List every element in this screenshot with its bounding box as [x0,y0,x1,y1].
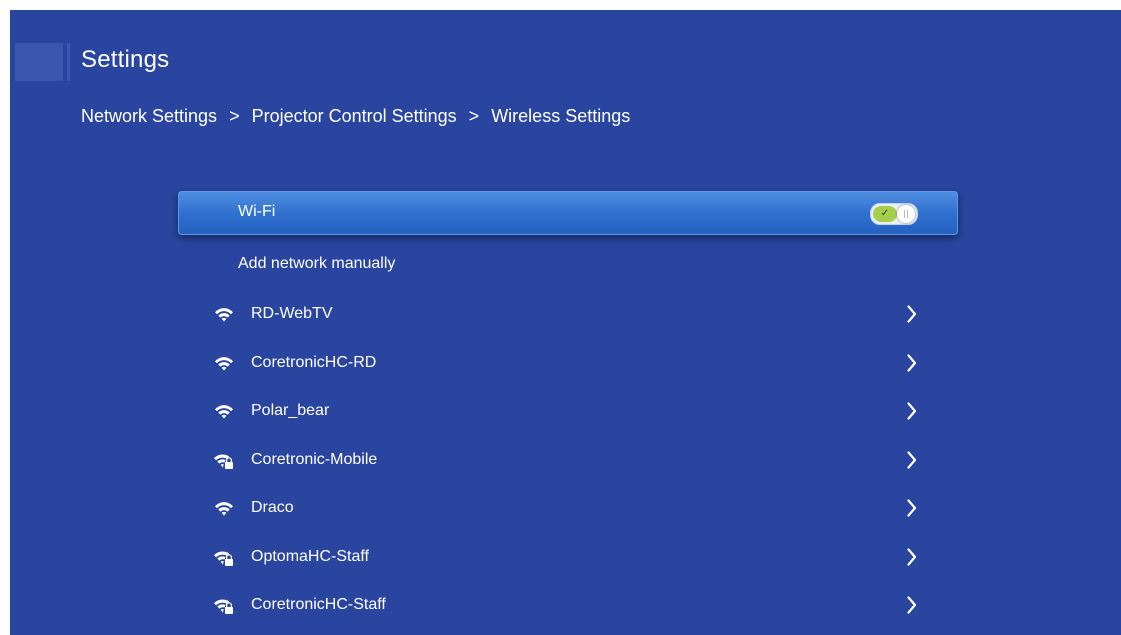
toggle-check-icon: ✓ [873,206,897,222]
network-name: RD-WebTV [251,305,333,322]
network-name: Polar_bear [251,402,330,419]
page-title: Settings [81,46,170,73]
breadcrumb-item-projector-control-settings[interactable]: Projector Control Settings [252,106,457,126]
wifi-icon [215,308,233,322]
toggle-knob [897,205,915,223]
network-row[interactable]: CoretronicHC-Staff [206,585,926,634]
breadcrumb-separator: > [468,106,480,126]
network-name: Coretronic-Mobile [251,450,378,468]
network-name: CoretronicHC-Staff [251,596,386,613]
chevron-right-icon [907,547,917,566]
breadcrumb-item-network-settings[interactable]: Network Settings [81,106,217,126]
chevron-right-icon [907,305,917,323]
network-row[interactable]: Coretronic-Mobile [206,440,926,489]
chevron-right-icon [907,402,917,420]
network-list: RD-WebTV CoretronicHC-RD Polar_bear Coretro… [206,294,926,634]
network-row[interactable]: OptomaHC-Staff [206,537,926,586]
network-row[interactable]: Draco [206,488,926,537]
network-row[interactable]: RD-WebTV [206,294,926,343]
add-network-manually[interactable]: Add network manually [238,255,395,273]
network-name: OptomaHC-Staff [251,547,369,565]
network-row[interactable]: CoretronicHC-RD [206,343,926,392]
breadcrumb-separator: > [229,106,240,126]
wifi-toggle[interactable]: ✓ [870,203,918,225]
wifi-icon [215,356,233,371]
network-name: CoretronicHC-RD [251,353,377,371]
breadcrumb: Network Settings > Projector Control Setti… [81,106,630,127]
network-row[interactable]: Polar_bear [206,391,926,440]
chevron-right-icon [907,596,917,614]
wifi-lock-icon [214,598,234,614]
chevron-right-icon [907,353,917,372]
wifi-icon [215,502,233,516]
chevron-right-icon [907,499,917,517]
breadcrumb-item-wireless-settings: Wireless Settings [491,106,631,126]
header-icon-block [15,43,63,81]
wifi-label: Wi-Fi [238,203,276,220]
wifi-icon [215,405,233,419]
wifi-lock-icon [214,453,234,469]
network-name: Draco [251,499,294,516]
wifi-lock-icon [214,550,234,566]
settings-screen: Settings Network Settings > Projector Cont… [10,10,1121,635]
header-divider [67,43,70,81]
chevron-right-icon [907,450,917,469]
wifi-row[interactable]: Wi-Fi ✓ [178,191,958,235]
